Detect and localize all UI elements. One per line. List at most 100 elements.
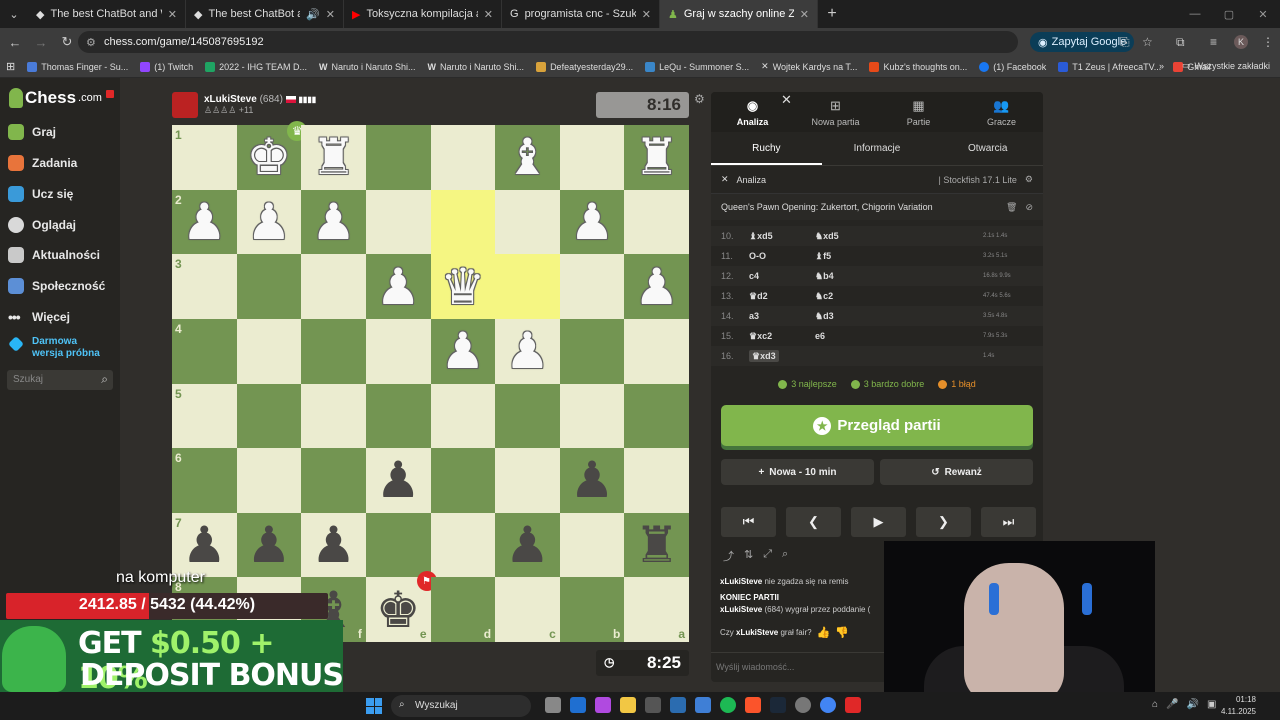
subtab-moves[interactable]: Ruchy [711,132,822,165]
board-square[interactable]: d [430,577,496,642]
board-square[interactable]: ♟ [495,318,560,384]
explorer-icon[interactable] [620,697,636,713]
app-icon[interactable] [845,697,861,713]
subtab-openings[interactable]: Otwarcia [932,132,1043,165]
rematch-button[interactable]: ↺ Rewanż [880,459,1033,485]
board-square[interactable]: ♟ [236,189,302,255]
board-square[interactable]: ♜ [624,125,689,190]
bookmark-item[interactable]: Thomas Finger - Su... [21,61,134,72]
new-tab-button[interactable]: + [818,5,846,23]
reading-list-icon[interactable]: ≡ [1210,35,1217,49]
extensions-icon[interactable]: ⧉ [1176,35,1185,50]
search-icon[interactable]: ⌕ [101,372,108,387]
subtab-info[interactable]: Informacje [822,132,933,165]
board-square[interactable]: ♛ [430,254,496,319]
board-square[interactable] [236,318,302,384]
forward-button[interactable]: → [28,35,54,50]
white-pawn-icon[interactable]: ♟ [376,262,421,312]
board-square[interactable]: b [559,577,625,642]
black-pawn-icon[interactable]: ♟ [505,520,550,570]
outlook-icon[interactable] [570,697,586,713]
board-square[interactable]: ♟ [236,512,302,578]
task-view-icon[interactable] [545,697,561,713]
apps-icon[interactable]: ⊞ [0,60,21,73]
close-icon[interactable]: ✕ [484,8,493,21]
white-pawn-icon[interactable]: ♟ [505,326,550,376]
board-square[interactable]: 3 [172,254,237,319]
white-move[interactable]: ♝xd5 [749,231,815,242]
white-move[interactable]: c4 [749,271,815,281]
browser-tab[interactable]: Gprogramista cnc - Szukaj w Goo ✕ [502,0,660,28]
white-bishop-icon[interactable]: ♝ [505,132,550,182]
black-pawn-icon[interactable]: ♟ [182,520,227,570]
maximize-button[interactable]: ▢ [1212,0,1246,28]
board-square[interactable] [301,383,366,449]
tab-players[interactable]: 👥 Gracze [960,92,1043,132]
board-square[interactable] [430,125,496,190]
board-square[interactable] [624,189,689,255]
black-move[interactable]: e6 [815,331,905,341]
board-square[interactable]: ♟ [559,189,625,255]
board-square[interactable] [624,383,689,449]
gear-icon[interactable]: ⚙ [694,92,705,106]
minimize-button[interactable]: — [1178,0,1212,28]
menu-icon[interactable]: ⋮ [1262,35,1274,49]
sidebar-item-news[interactable]: Aktualności [8,247,100,263]
store-icon[interactable] [645,697,661,713]
board-square[interactable] [559,254,625,319]
white-rook-icon[interactable]: ♜ [311,132,356,182]
start-button[interactable] [366,698,382,714]
network-icon[interactable]: ▣ [1207,699,1216,710]
white-queen-icon[interactable]: ♛ [440,262,485,312]
sidebar-search-input[interactable]: Szukaj ⌕ [7,370,113,390]
new-game-button[interactable]: + Nowa - 10 min [721,459,874,485]
gear-icon[interactable]: ⚙ [1025,174,1033,185]
browser-tab[interactable]: ◆ The best ChatBot and Widg 🔊 ✕ [186,0,344,28]
close-window-button[interactable]: ✕ [1246,0,1280,28]
chess-logo[interactable]: Chess .com [9,88,102,108]
obs-icon[interactable] [795,697,811,713]
board-square[interactable] [301,318,366,384]
black-move[interactable]: ♞d3 [815,311,905,322]
player-name[interactable]: xLukiSteve (684) ▮▮▮▮ [204,94,316,105]
sidebar-item-more[interactable]: ••• Więcej [8,309,70,325]
browser-tab-active[interactable]: ♟ Graj w szachy online ZA DARMO ✕ [660,0,818,28]
black-pawn-icon[interactable]: ♟ [311,520,356,570]
bookmark-item[interactable]: Defeatyesterday29... [530,61,639,72]
board-square[interactable] [365,125,431,190]
white-pawn-icon[interactable]: ♟ [311,197,356,247]
board-square[interactable]: ♟ [301,512,366,578]
chevron-right-icon[interactable]: » [1159,61,1164,71]
board-square[interactable] [301,254,366,319]
share-icon[interactable]: ⤴ [723,548,734,564]
white-move[interactable]: ♛xd3 [749,349,815,362]
chrome-icon[interactable] [820,697,836,713]
board-square[interactable] [365,383,431,449]
board-square[interactable] [236,254,302,319]
board-square[interactable] [559,512,625,578]
bookmark-item[interactable]: W Naruto i Naruto Shi... [422,62,531,72]
photoshop-icon[interactable] [670,697,686,713]
board-square[interactable]: ♜ [301,125,366,190]
board-square[interactable] [365,318,431,384]
board-square[interactable]: 4 [172,318,237,384]
board-square[interactable]: c [495,577,560,642]
volume-icon[interactable]: 🔊 [1187,699,1199,710]
word-icon[interactable] [695,697,711,713]
white-move[interactable]: O-O [749,251,815,261]
board-square[interactable] [495,383,560,449]
board-square[interactable]: ♟ [624,254,689,319]
sidebar-item-play[interactable]: Graj [8,124,56,140]
board-square[interactable]: a [624,577,689,642]
board-square[interactable]: ♟ [559,448,625,513]
bookmark-item[interactable]: ✕ Wojtek Kardys na T... [755,61,863,72]
mic-icon[interactable]: 🎤 [1166,699,1178,710]
browser-tab[interactable]: ◆ The best ChatBot and Widgets ✕ [28,0,186,28]
board-square[interactable] [430,512,496,578]
white-king-icon[interactable]: ♚ [247,132,292,182]
brave-icon[interactable] [745,697,761,713]
white-move[interactable]: ♛d2 [749,291,815,302]
board-square[interactable] [236,383,302,449]
sidebar-item-learn[interactable]: Ucz się [8,186,73,202]
copilot-icon[interactable] [595,697,611,713]
